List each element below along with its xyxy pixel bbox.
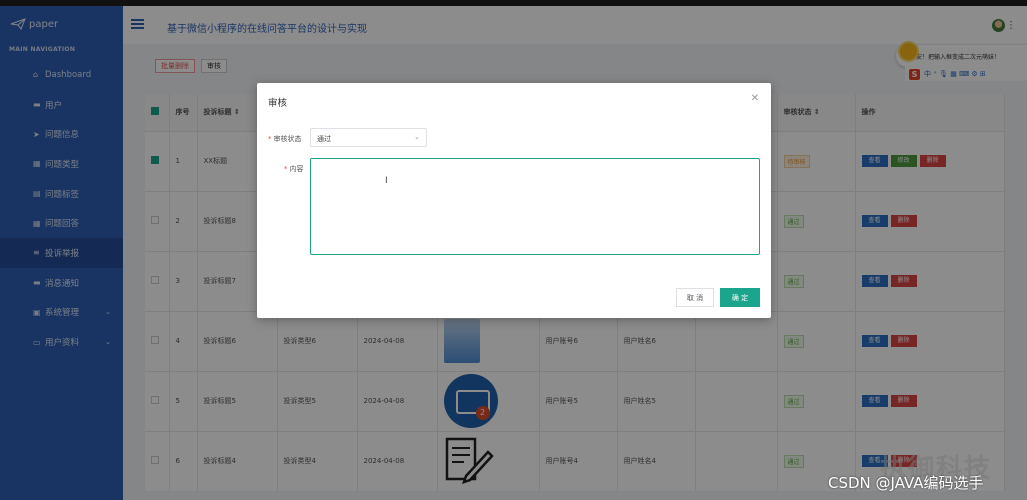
content-label: * 内容 <box>284 165 304 173</box>
confirm-button[interactable]: 确 定 <box>720 288 760 307</box>
cancel-button[interactable]: 取 消 <box>676 288 714 307</box>
dialog-title: 审核 <box>268 98 288 109</box>
content-textarea[interactable] <box>310 158 760 255</box>
close-icon[interactable]: ✕ <box>751 93 759 104</box>
status-select[interactable]: 通过 ⌄ <box>310 128 427 147</box>
status-select-value: 通过 <box>317 135 331 143</box>
status-label: * 审核状态 <box>268 135 302 143</box>
watermark: CSDN @JAVA编码选手 <box>828 474 984 492</box>
text-cursor-icon: I <box>385 176 388 186</box>
review-dialog: 审核 ✕ * 审核状态 通过 ⌄ * 内容 I 取 消 确 定 <box>257 83 771 318</box>
chevron-down-icon: ⌄ <box>414 133 420 141</box>
